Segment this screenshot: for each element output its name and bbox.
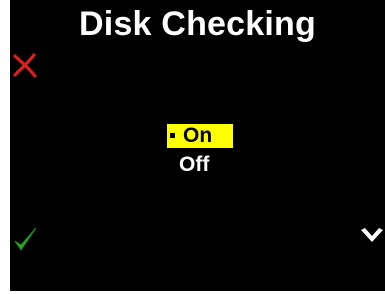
down-chevron-icon[interactable] xyxy=(359,226,385,246)
option-off-label: Off xyxy=(179,153,210,176)
option-on-label: On xyxy=(183,124,213,147)
option-on[interactable]: On xyxy=(167,124,233,148)
screen-title: Disk Checking xyxy=(79,5,316,43)
device-screen: Disk Checking On Off xyxy=(10,0,385,291)
cancel-x-icon[interactable] xyxy=(12,52,38,78)
selected-bullet-icon xyxy=(170,133,175,138)
option-off[interactable]: Off xyxy=(167,153,235,177)
confirm-checkmark-icon[interactable] xyxy=(12,225,38,253)
option-list: On Off xyxy=(167,124,235,177)
